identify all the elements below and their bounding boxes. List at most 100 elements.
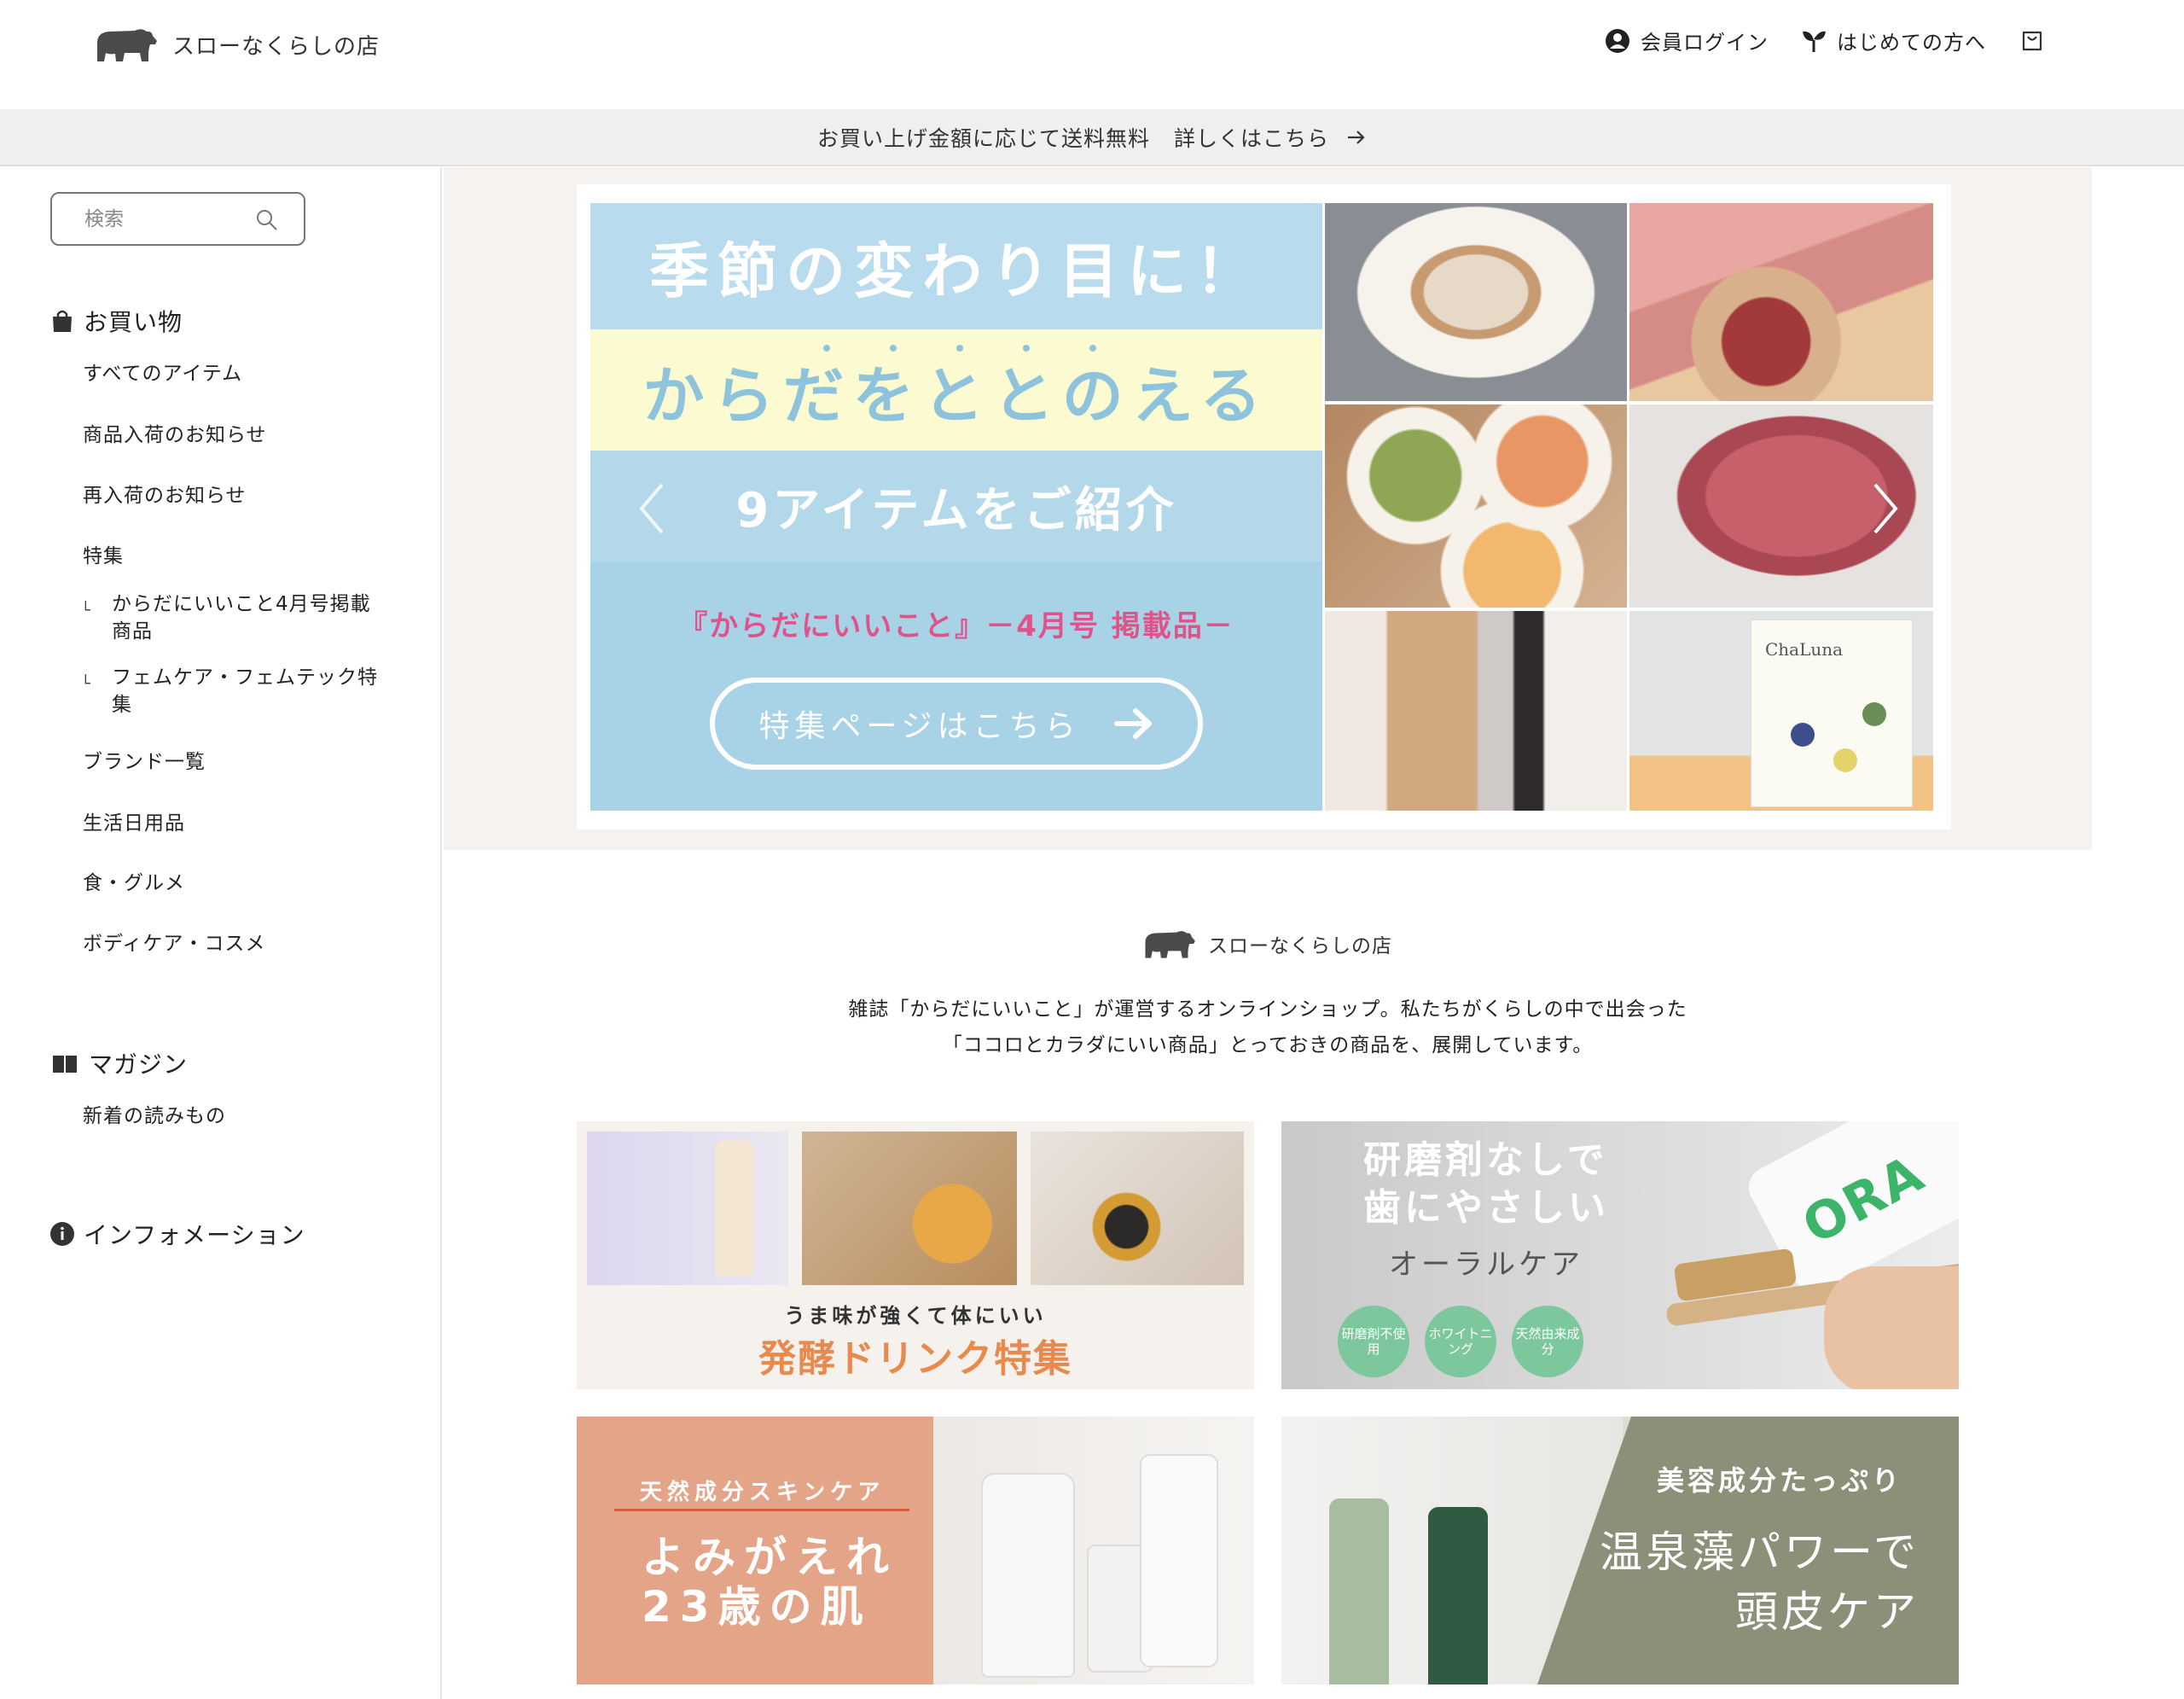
cream-tube — [1140, 1454, 1218, 1667]
sidebar: お買い物 すべてのアイテム 商品入荷のお知らせ 再入荷のお知らせ 特集 └ から… — [0, 167, 442, 1699]
cart-icon — [2022, 31, 2042, 50]
info-title-label: インフォメーション — [84, 1221, 305, 1249]
shop-name: スローなくらしの店 — [172, 33, 380, 60]
menu-item-food[interactable]: 食・グルメ — [83, 866, 185, 895]
hero-photo-tea-box: ChaLuna — [1629, 611, 1933, 811]
hero-photo-latte — [1325, 203, 1627, 401]
menu-item-restock[interactable]: 再入荷のお知らせ — [83, 479, 247, 508]
about-line-2: 「ココロとカラダにいい商品」とっておきの商品を、展開しています。 — [942, 1034, 1594, 1056]
beginner-link[interactable]: はじめての方へ — [1801, 26, 1986, 55]
slider-next-button[interactable] — [1867, 478, 1904, 539]
hero-button-label: 特集ページはこちら — [758, 709, 1081, 744]
hero-photo-ham — [1629, 203, 1933, 401]
banner-oral-care[interactable]: ORA 研磨剤なしで 歯にやさしい オーラルケア 研磨剤不使用 ホワイトニング … — [1281, 1121, 1959, 1389]
sub-item-label: フェムケア・フェムテック特集 — [112, 666, 378, 716]
drink-photo-amazake — [587, 1132, 788, 1285]
announcement-link-label: 詳しくはこちら — [1174, 125, 1330, 151]
sprout-icon — [1803, 31, 1826, 52]
menu-item-new-reads[interactable]: 新着の読みもの — [83, 1099, 226, 1128]
product-box-label: ChaLuna — [1765, 639, 1844, 660]
banner-fermented-drinks[interactable]: うま味が強くて体にいい 発酵ドリンク特集 — [577, 1121, 1254, 1389]
login-label: 会員ログイン — [1641, 31, 1769, 55]
conditioner-bottle — [1428, 1507, 1488, 1684]
login-link[interactable]: 会員ログイン — [1605, 26, 1769, 55]
site-header: スローなくらしの店 会員ログイン はじめての方へ — [0, 0, 2184, 109]
sub-item-magazine-april[interactable]: └ からだにいいこと4月号掲載商品 — [81, 591, 385, 645]
chevron-left-icon — [639, 483, 664, 534]
shampoo-bottle — [1329, 1498, 1389, 1684]
sub-item-label: からだにいいこと4月号掲載商品 — [112, 593, 371, 643]
about-shop-name: スローなくらしの店 — [1208, 935, 1392, 957]
banner-skincare[interactable]: 天然成分スキンケア よみがえれ 23歳の肌 — [577, 1417, 1254, 1684]
banner-title-line-2: 23歳の肌 — [642, 1582, 872, 1632]
sub-item-marker: └ — [81, 675, 91, 693]
search-icon[interactable] — [256, 209, 278, 231]
announcement-bar: お買い上げ金額に応じて送料無料 詳しくはこちら — [0, 109, 2184, 166]
menu-item-daily-goods[interactable]: 生活日用品 — [83, 806, 185, 835]
user-circle-icon — [1606, 28, 1629, 53]
beginner-label: はじめての方へ — [1837, 31, 1986, 55]
shopping-title-label: お買い物 — [84, 308, 183, 336]
hero-item-count: 9アイテムをご紹介 — [590, 451, 1322, 561]
hero-magazine-note: 『からだにいいこと』－4月号 掲載品－ — [678, 609, 1234, 643]
badge-whitening: ホワイトニング — [1425, 1306, 1496, 1377]
info-section-title: インフォメーション — [49, 1217, 305, 1251]
menu-item-brands[interactable]: ブランド一覧 — [83, 745, 206, 774]
header-nav: 会員ログイン はじめての方へ — [1605, 26, 2046, 55]
magazine-section-title: マガジン — [49, 1046, 188, 1080]
banner-subtitle: うま味が強くて体にいい — [784, 1304, 1047, 1328]
announcement-link[interactable]: 詳しくはこちら — [1174, 122, 1367, 153]
book-icon — [53, 1056, 77, 1073]
banner-title-line-2: 歯にやさしい — [1363, 1186, 1609, 1230]
magazine-title-label: マガジン — [89, 1050, 189, 1079]
shopping-section-title: お買い物 — [49, 304, 183, 338]
banner-title: 温泉藻パワーで 頭皮ケア — [1600, 1522, 1920, 1642]
info-icon — [50, 1222, 74, 1246]
menu-item-all-items[interactable]: すべてのアイテム — [83, 357, 242, 386]
hero-feature-panel[interactable]: 季節の変わり目に！ からだをととのえる 9アイテムをご紹介 『からだにいいこと』… — [590, 203, 1322, 811]
bear-logo-icon — [97, 29, 157, 61]
menu-item-bodycare[interactable]: ボディケア・コスメ — [83, 927, 265, 956]
chevron-right-icon — [1873, 483, 1898, 534]
hero-photo-soups — [1325, 404, 1627, 608]
slider-prev-button[interactable] — [633, 478, 671, 539]
feature-badges: 研磨剤不使用 ホワイトニング 天然由来成分 — [1338, 1306, 1583, 1377]
hero-feature-button[interactable]: 特集ページはこちら — [710, 678, 1203, 770]
search-input[interactable] — [84, 207, 238, 230]
banner-title-line-1: よみがえれ — [642, 1533, 897, 1582]
badge-no-abrasive: 研磨剤不使用 — [1338, 1306, 1409, 1377]
toner-bottle — [981, 1473, 1075, 1678]
drink-photo-tea — [1031, 1132, 1244, 1285]
menu-item-features[interactable]: 特集 — [83, 539, 124, 568]
divider — [614, 1509, 909, 1511]
emphasis-dots — [590, 345, 1322, 352]
banner-subtitle: オーラルケア — [1389, 1248, 1583, 1282]
hero-headline: 季節の変わり目に！ — [590, 203, 1322, 329]
announcement-text: お買い上げ金額に応じて送料無料 — [816, 125, 1150, 151]
bear-logo-icon — [1145, 931, 1195, 958]
banner-title-line-1: 研磨剤なしで — [1363, 1138, 1608, 1182]
product-box: ChaLuna — [1751, 620, 1913, 807]
about-line-1: 雑誌「からだにいいこと」が運営するオンラインショップ。私たちがくらしの中で出会っ… — [848, 998, 1687, 1021]
arrow-right-icon — [1113, 708, 1152, 739]
cart-button[interactable] — [2018, 27, 2046, 55]
shop-logo[interactable]: スローなくらしの店 — [92, 24, 380, 65]
drink-photo-vinegar — [802, 1132, 1017, 1285]
sub-item-marker: └ — [81, 602, 91, 620]
arrow-right-icon — [1348, 130, 1365, 144]
banner-subtitle: 天然成分スキンケア — [640, 1480, 886, 1505]
hand-image — [1824, 1266, 1959, 1389]
banner-subtitle: 美容成分たっぷり — [1657, 1464, 1903, 1497]
about-logo: スローなくらしの店 — [1140, 927, 1392, 961]
banner-title-line-2: 頭皮ケア — [1735, 1587, 1920, 1637]
shopping-bag-icon — [53, 310, 72, 332]
banner-title: 研磨剤なしで 歯にやさしい — [1363, 1137, 1609, 1232]
banner-title-line-1: 温泉藻パワーで — [1600, 1527, 1920, 1577]
menu-item-new-arrivals[interactable]: 商品入荷のお知らせ — [83, 418, 267, 447]
badge-natural: 天然由来成分 — [1512, 1306, 1583, 1377]
banner-scalp-care[interactable]: 美容成分たっぷり 温泉藻パワーで 頭皮ケア — [1281, 1417, 1959, 1684]
about-description: 雑誌「からだにいいこと」が運営するオンラインショップ。私たちがくらしの中で出会っ… — [444, 992, 2092, 1063]
sub-item-femcare[interactable]: └ フェムケア・フェムテック特集 — [81, 664, 385, 719]
hero-photo-skincare — [1325, 611, 1627, 811]
search-box[interactable] — [50, 192, 305, 246]
